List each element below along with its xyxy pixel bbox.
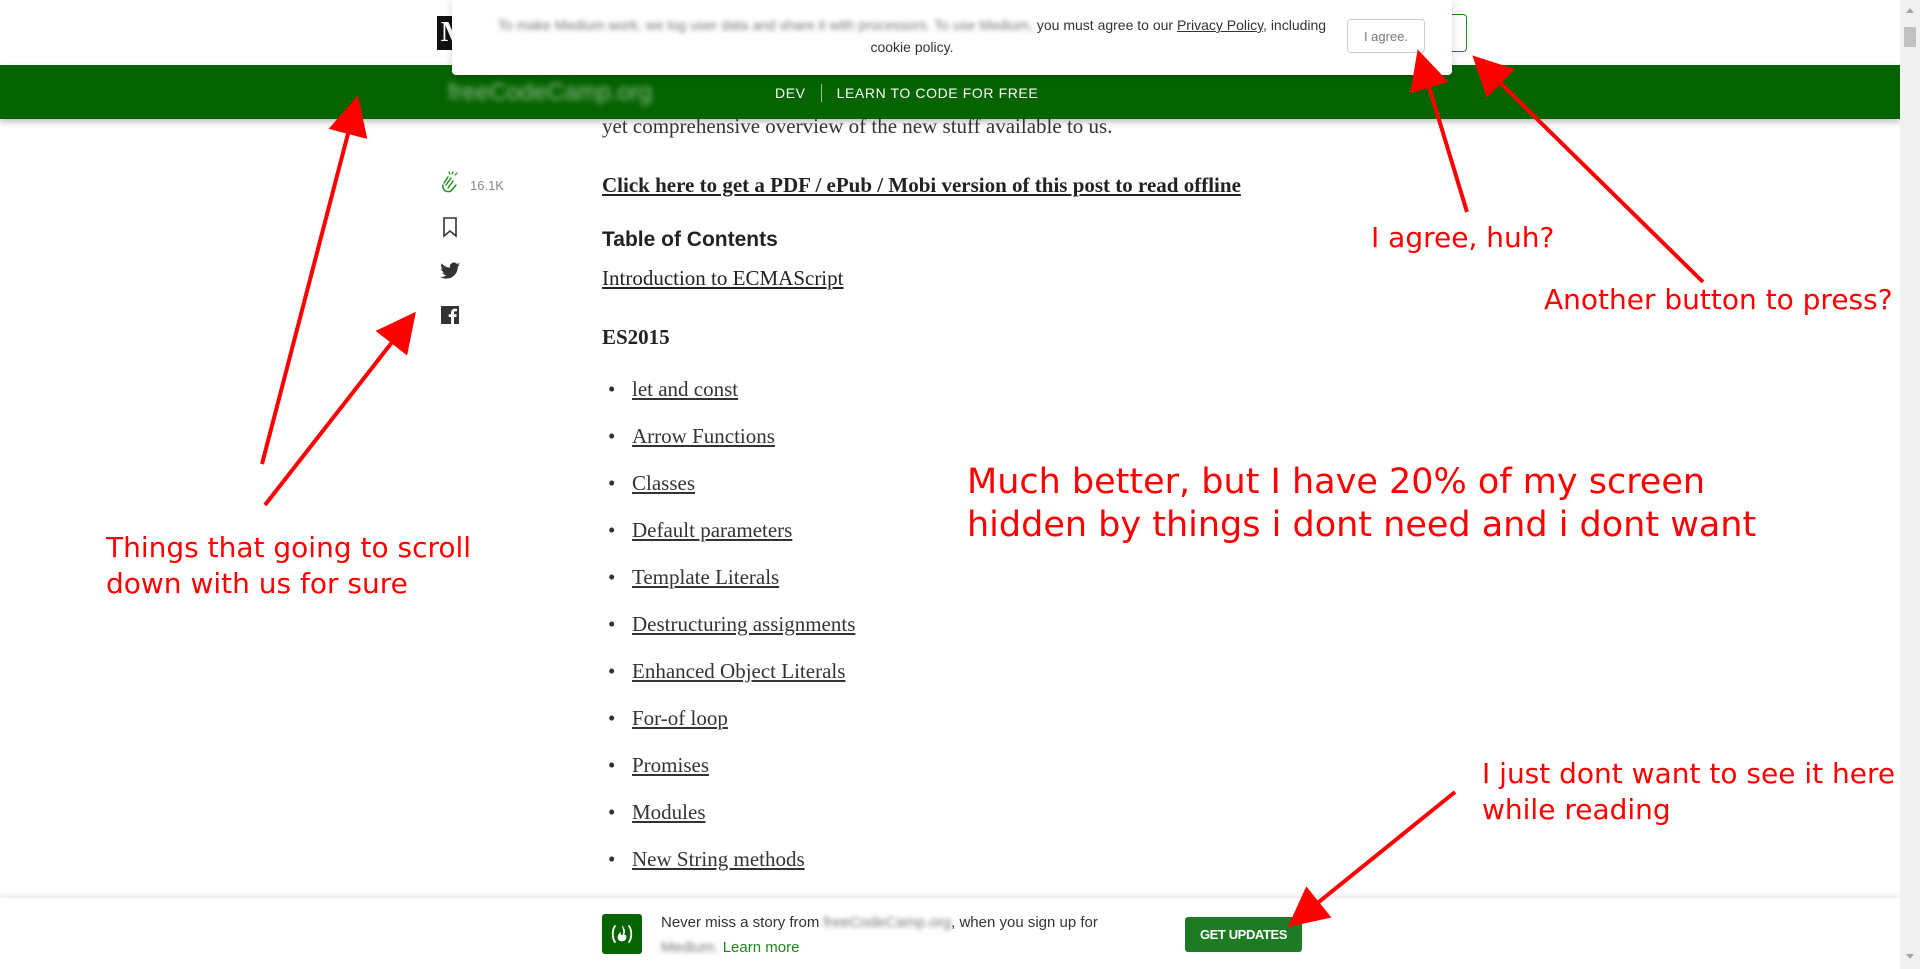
arrow-to-agree xyxy=(1410,49,1469,213)
arrow-to-pubbar xyxy=(260,95,368,465)
arrow-to-rail xyxy=(263,311,416,507)
annotation-another-button: Another button to press? xyxy=(1544,283,1893,316)
annotation-scroll: Things that going to scroll down with us… xyxy=(106,531,472,600)
annotation-better: Much better, but I have 20% of my screen… xyxy=(967,462,1757,545)
arrow-to-get-updates xyxy=(1287,790,1457,928)
annotation-agree: I agree, huh? xyxy=(1371,221,1555,254)
annotation-bottom: I just dont want to see it here while re… xyxy=(1482,757,1896,826)
